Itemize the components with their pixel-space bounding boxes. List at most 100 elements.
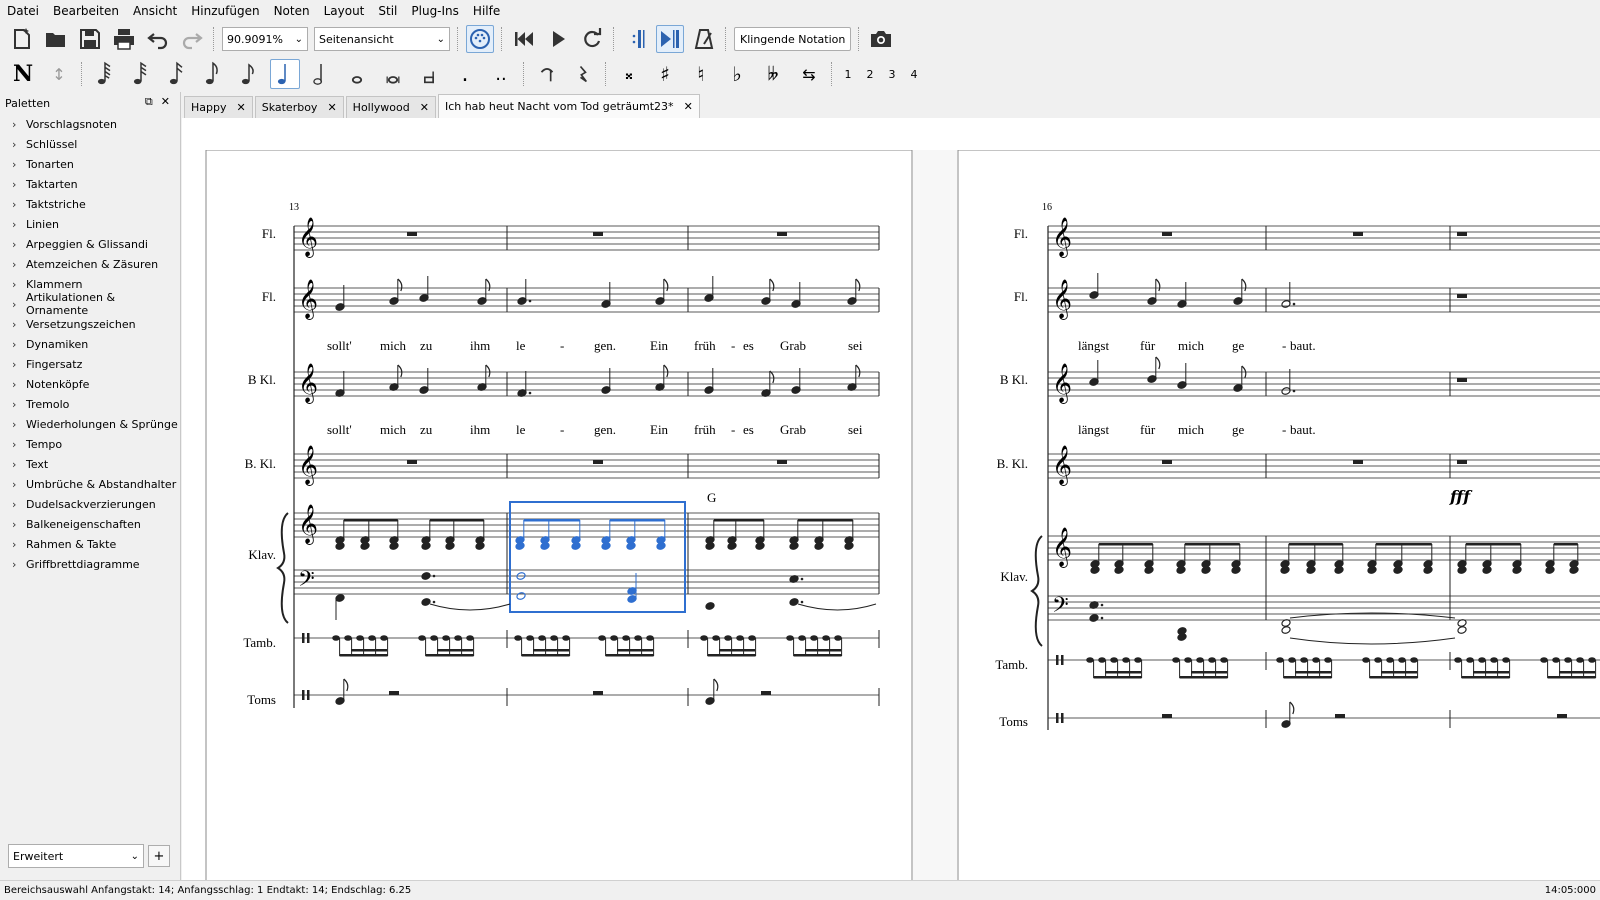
score-view[interactable]: 13 Fl. Fl. B Kl. B. Kl. Klav. Tamb. Toms 𝄞 𝄞 sollt…	[182, 118, 1600, 880]
beam	[1375, 543, 1432, 546]
voice-3-button[interactable]: 3	[881, 68, 903, 81]
eighth-note-button[interactable]	[234, 59, 264, 89]
longa-button[interactable]	[414, 59, 444, 89]
palette-item[interactable]: › Fingersatz	[12, 354, 180, 374]
view-mode-value: Seitenansicht	[319, 32, 394, 46]
menu-noten[interactable]: Noten	[267, 0, 317, 22]
chevron-right-icon: ›	[12, 457, 17, 471]
palette-item[interactable]: › Balkeneigenschaften	[12, 514, 180, 534]
close-tab-icon[interactable]: ✕	[420, 101, 429, 114]
menu-hinzufuegen[interactable]: Hinzufügen	[184, 0, 266, 22]
loop-in-icon[interactable]	[622, 25, 650, 53]
notehead	[634, 635, 642, 641]
concert-pitch-button[interactable]: Klingende Notation	[734, 27, 852, 51]
notehead	[610, 635, 618, 641]
natural-button[interactable]: ♮	[686, 59, 716, 89]
breve-button[interactable]	[378, 59, 408, 89]
close-icon[interactable]: ✕	[161, 95, 170, 109]
close-tab-icon[interactable]: ✕	[327, 101, 336, 114]
palette-item[interactable]: › Vorschlagsnoten	[12, 114, 180, 134]
midi-input-icon[interactable]	[466, 25, 494, 53]
palette-item[interactable]: › Rahmen & Takte	[12, 534, 180, 554]
close-tab-icon[interactable]: ✕	[684, 100, 693, 113]
view-mode-select[interactable]: Seitenansicht ⌄	[314, 27, 450, 51]
palette-item[interactable]: › Tonarten	[12, 154, 180, 174]
zoom-select[interactable]: 90.9091% ⌄	[222, 27, 308, 51]
quarter-note-button[interactable]	[270, 59, 300, 89]
step-mode-button[interactable]: ↕	[44, 59, 74, 89]
score-tab[interactable]: Happy ✕	[184, 96, 253, 118]
menu-bearbeiten[interactable]: Bearbeiten	[46, 0, 126, 22]
palette-item[interactable]: › Tremolo	[12, 394, 180, 414]
palette-item[interactable]: › Text	[12, 454, 180, 474]
dot-button[interactable]: .	[450, 59, 480, 89]
undock-icon[interactable]: ⧉	[145, 95, 153, 109]
palette-item[interactable]: › Atemzeichen & Zäsuren	[12, 254, 180, 274]
score-tab[interactable]: Ich hab heut Nacht vom Tod geträumt23* ✕	[437, 94, 700, 118]
flat-button[interactable]: ♭	[722, 59, 752, 89]
half-note-button[interactable]	[306, 59, 336, 89]
palette-item[interactable]: › Dudelsackverzierungen	[12, 494, 180, 514]
menu-layout[interactable]: Layout	[317, 0, 372, 22]
score-tab[interactable]: Skaterboy ✕	[254, 96, 344, 118]
menu-plugins[interactable]: Plug-Ins	[404, 0, 466, 22]
palette-item[interactable]: › Taktarten	[12, 174, 180, 194]
palette-item[interactable]: › Schlüssel	[12, 134, 180, 154]
open-folder-icon[interactable]	[42, 25, 70, 53]
loop-icon[interactable]	[578, 25, 606, 53]
8th-note-button[interactable]	[198, 59, 228, 89]
menu-stil[interactable]: Stil	[371, 0, 404, 22]
voice-1-button[interactable]: 1	[837, 68, 859, 81]
workspace-select[interactable]: Erweitert ⌄	[8, 844, 144, 868]
palette-item[interactable]: › Taktstriche	[12, 194, 180, 214]
palette-item[interactable]: › Linien	[12, 214, 180, 234]
note-input-toolbar: N ↕ . .. 𝄪 ♯ ♮ ♭ 𝄫 ⇆ 1 2 3 4	[0, 56, 1600, 92]
play-icon[interactable]	[544, 25, 572, 53]
palette-item[interactable]: › Versetzungszeichen	[12, 314, 180, 334]
double-sharp-button[interactable]: 𝄪	[614, 59, 644, 89]
chevron-right-icon: ›	[12, 117, 17, 131]
save-icon[interactable]	[76, 25, 104, 53]
palette-item[interactable]: › Dynamiken	[12, 334, 180, 354]
beam	[1093, 676, 1142, 679]
undo-icon[interactable]	[144, 25, 172, 53]
palette-item[interactable]: › Notenköpfe	[12, 374, 180, 394]
palette-item[interactable]: › Artikulationen & Ornamente	[12, 291, 180, 317]
menu-hilfe[interactable]: Hilfe	[466, 0, 507, 22]
add-workspace-button[interactable]: +	[148, 845, 170, 867]
double-dot-button[interactable]: ..	[486, 59, 516, 89]
voice-2-button[interactable]: 2	[859, 68, 881, 81]
rest-button[interactable]	[568, 59, 598, 89]
redo-icon[interactable]	[178, 25, 206, 53]
camera-icon[interactable]	[867, 25, 895, 53]
32nd-note-button[interactable]	[126, 59, 156, 89]
palette-item[interactable]: › Umbrüche & Abstandhalter	[12, 474, 180, 494]
new-file-icon[interactable]	[8, 25, 36, 53]
menu-datei[interactable]: Datei	[0, 0, 46, 22]
sharp-button[interactable]: ♯	[650, 59, 680, 89]
close-tab-icon[interactable]: ✕	[237, 101, 246, 114]
voice-4-button[interactable]: 4	[903, 68, 925, 81]
64th-note-button[interactable]	[90, 59, 120, 89]
double-flat-button[interactable]: 𝄫	[758, 59, 788, 89]
score-tab[interactable]: Hollywood ✕	[345, 96, 436, 118]
print-icon[interactable]	[110, 25, 138, 53]
16th-note-button[interactable]	[162, 59, 192, 89]
toolbar-separator	[858, 27, 860, 51]
metronome-icon[interactable]	[690, 25, 718, 53]
palette-item[interactable]: › Wiederholungen & Sprünge	[12, 414, 180, 434]
flip-direction-button[interactable]: ⇆	[794, 59, 824, 89]
score-canvas[interactable]: 13 Fl. Fl. B Kl. B. Kl. Klav. Tamb. Toms 𝄞 𝄞 sollt…	[182, 118, 1600, 880]
menu-ansicht[interactable]: Ansicht	[126, 0, 184, 22]
beam	[1461, 676, 1510, 679]
whole-note-button[interactable]	[342, 59, 372, 89]
zoom-value: 90.9091%	[227, 32, 283, 46]
tie-button[interactable]	[532, 59, 562, 89]
note-input-mode-button[interactable]: N	[8, 59, 38, 89]
palette-item[interactable]: › Arpeggien & Glissandi	[12, 234, 180, 254]
palette-item[interactable]: › Griffbrettdiagramme	[12, 554, 180, 574]
loop-out-icon[interactable]	[656, 25, 684, 53]
notehead	[1478, 657, 1486, 663]
palette-item[interactable]: › Tempo	[12, 434, 180, 454]
rewind-icon[interactable]	[510, 25, 538, 53]
